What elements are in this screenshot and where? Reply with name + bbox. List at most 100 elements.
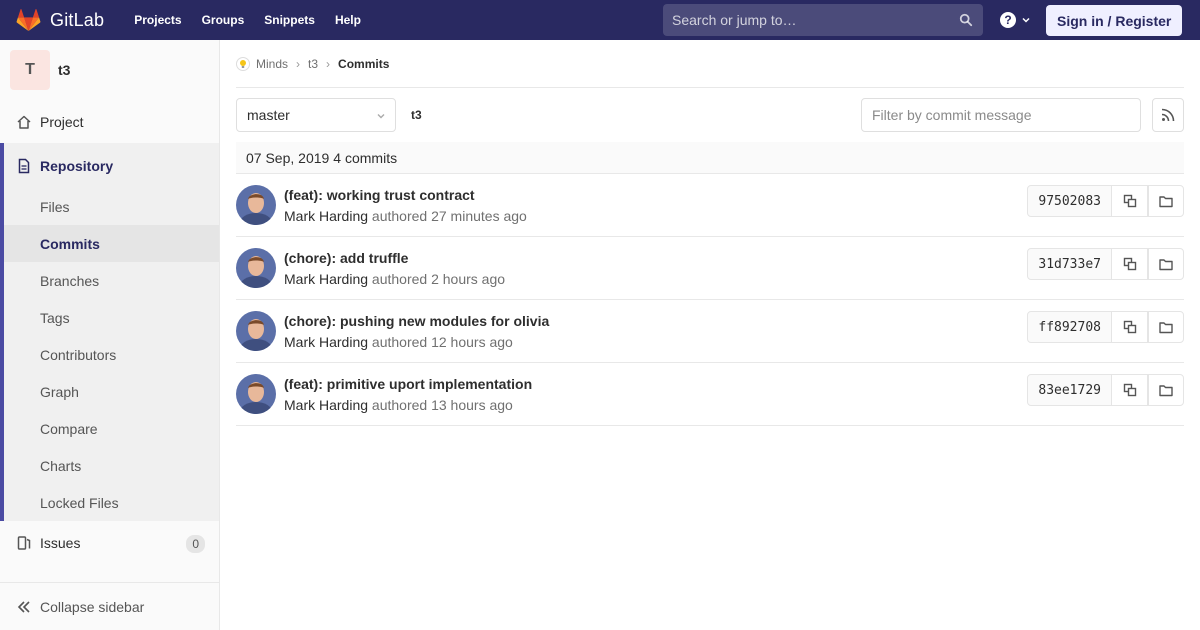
nav-snippets-link[interactable]: Snippets xyxy=(254,0,325,40)
search-icon xyxy=(959,13,973,27)
nav-groups-link[interactable]: Groups xyxy=(192,0,255,40)
lightbulb-icon xyxy=(240,59,246,68)
commit-title-link[interactable]: (chore): add truffle xyxy=(284,250,408,266)
commit-title-link[interactable]: (feat): primitive uport implementation xyxy=(284,376,532,392)
user-avatar-icon xyxy=(236,311,276,351)
copy-sha-button[interactable] xyxy=(1112,311,1148,343)
double-chevron-left-icon xyxy=(17,600,30,613)
commit-author-link[interactable]: Mark Harding xyxy=(284,271,368,287)
commit-sha-group: ff892708 xyxy=(1027,311,1184,343)
breadcrumb-current[interactable]: Commits xyxy=(338,57,389,71)
commit-sha-link[interactable]: 97502083 xyxy=(1027,185,1112,217)
commit-sha-link[interactable]: 83ee1729 xyxy=(1027,374,1112,406)
help-dropdown[interactable]: ? xyxy=(999,0,1031,40)
breadcrumb-project-link[interactable]: t3 xyxy=(308,57,318,71)
breadcrumb-separator-icon: › xyxy=(296,56,301,71)
folder-open-icon xyxy=(1159,259,1173,271)
folder-open-icon xyxy=(1159,322,1173,334)
folder-open-icon xyxy=(1159,196,1173,208)
sidebar-item-label: Repository xyxy=(40,157,114,174)
sidebar-project-header[interactable]: T t3 xyxy=(0,40,219,100)
sidebar-item-tags[interactable]: Tags xyxy=(4,299,219,336)
commit-title-link[interactable]: (chore): pushing new modules for olivia xyxy=(284,313,549,329)
sidebar-item-project[interactable]: Project xyxy=(0,100,219,143)
commit-time: 27 minutes ago xyxy=(431,208,527,224)
chevron-down-icon xyxy=(1022,17,1030,23)
user-avatar-icon xyxy=(236,248,276,288)
sidebar-item-contributors[interactable]: Contributors xyxy=(4,336,219,373)
main-content: Minds › t3 › Commits master t3 07 Sep, 2… xyxy=(236,40,1184,426)
commit-row: (feat): primitive uport implementation M… xyxy=(236,363,1184,426)
sidebar-item-charts[interactable]: Charts xyxy=(4,447,219,484)
commit-meta: Mark Harding authored 27 minutes ago xyxy=(284,208,527,224)
browse-files-button[interactable] xyxy=(1148,311,1184,343)
breadcrumb-group-link[interactable]: Minds xyxy=(256,57,288,71)
top-navbar: GitLab Projects Groups Snippets Help ? S… xyxy=(0,0,1200,40)
sidebar-item-branches[interactable]: Branches xyxy=(4,262,219,299)
commit-row: (chore): add truffle Mark Harding author… xyxy=(236,237,1184,300)
sidebar-item-compare[interactable]: Compare xyxy=(4,410,219,447)
gitlab-logo-icon xyxy=(16,9,41,31)
sidebar-item-locked-files[interactable]: Locked Files xyxy=(4,484,219,521)
commit-verb: authored xyxy=(371,271,428,287)
svg-text:?: ? xyxy=(1004,13,1011,27)
commit-date: 07 Sep, 2019 xyxy=(246,149,330,166)
author-avatar[interactable] xyxy=(236,374,276,414)
commit-count: 4 commits xyxy=(333,149,398,166)
sidebar-item-label: Issues xyxy=(40,534,81,551)
copy-icon xyxy=(1123,257,1136,271)
commits-toolbar: master t3 xyxy=(236,88,1184,142)
commit-time: 2 hours ago xyxy=(431,271,506,287)
copy-sha-button[interactable] xyxy=(1112,248,1148,280)
branch-name: master xyxy=(247,107,290,123)
sidebar-item-issues[interactable]: Issues 0 xyxy=(0,521,219,564)
user-avatar-icon xyxy=(236,374,276,414)
commit-author-link[interactable]: Mark Harding xyxy=(284,208,368,224)
breadcrumb-separator-icon: › xyxy=(326,56,331,71)
project-avatar: T xyxy=(10,50,50,90)
filter-commit-input[interactable] xyxy=(861,98,1141,132)
collapse-sidebar-button[interactable]: Collapse sidebar xyxy=(0,582,219,630)
author-avatar[interactable] xyxy=(236,185,276,225)
rss-feed-button[interactable] xyxy=(1152,98,1184,132)
search-input[interactable] xyxy=(663,4,943,36)
copy-icon xyxy=(1123,383,1136,397)
project-sidebar: T t3 Project Repository Files Commits Br… xyxy=(0,40,220,630)
copy-sha-button[interactable] xyxy=(1112,374,1148,406)
commit-sha-link[interactable]: 31d733e7 xyxy=(1027,248,1112,280)
commit-sha-link[interactable]: ff892708 xyxy=(1027,311,1112,343)
gitlab-home-link[interactable]: GitLab xyxy=(16,0,104,40)
commit-row: (chore): pushing new modules for olivia … xyxy=(236,300,1184,363)
sidebar-item-files[interactable]: Files xyxy=(4,188,219,225)
nav-projects-link[interactable]: Projects xyxy=(124,0,191,40)
question-circle-icon: ? xyxy=(1000,12,1016,28)
commit-sha-group: 83ee1729 xyxy=(1027,374,1184,406)
commit-title-link[interactable]: (feat): working trust contract xyxy=(284,187,475,203)
sidebar-item-graph[interactable]: Graph xyxy=(4,373,219,410)
commit-author-link[interactable]: Mark Harding xyxy=(284,397,368,413)
issues-icon xyxy=(17,535,31,550)
user-avatar-icon xyxy=(236,185,276,225)
browse-files-button[interactable] xyxy=(1148,248,1184,280)
sidebar-item-repository[interactable]: Repository xyxy=(4,143,219,188)
copy-sha-button[interactable] xyxy=(1112,185,1148,217)
commit-time: 13 hours ago xyxy=(431,397,513,413)
commit-author-link[interactable]: Mark Harding xyxy=(284,334,368,350)
rss-icon xyxy=(1161,108,1175,122)
author-avatar[interactable] xyxy=(236,248,276,288)
branch-dropdown[interactable]: master xyxy=(236,98,396,132)
author-avatar[interactable] xyxy=(236,311,276,351)
commit-verb: authored xyxy=(371,334,428,350)
commit-meta: Mark Harding authored 12 hours ago xyxy=(284,334,513,350)
browse-files-button[interactable] xyxy=(1148,374,1184,406)
repo-path-link[interactable]: t3 xyxy=(411,108,422,122)
nav-help-link[interactable]: Help xyxy=(325,0,371,40)
commit-meta: Mark Harding authored 13 hours ago xyxy=(284,397,513,413)
commit-verb: authored xyxy=(371,397,428,413)
copy-icon xyxy=(1123,194,1136,208)
sidebar-item-commits[interactable]: Commits xyxy=(4,225,219,262)
browse-files-button[interactable] xyxy=(1148,185,1184,217)
sign-in-button[interactable]: Sign in / Register xyxy=(1046,5,1183,36)
group-avatar xyxy=(236,56,250,71)
commit-verb: authored xyxy=(371,208,428,224)
